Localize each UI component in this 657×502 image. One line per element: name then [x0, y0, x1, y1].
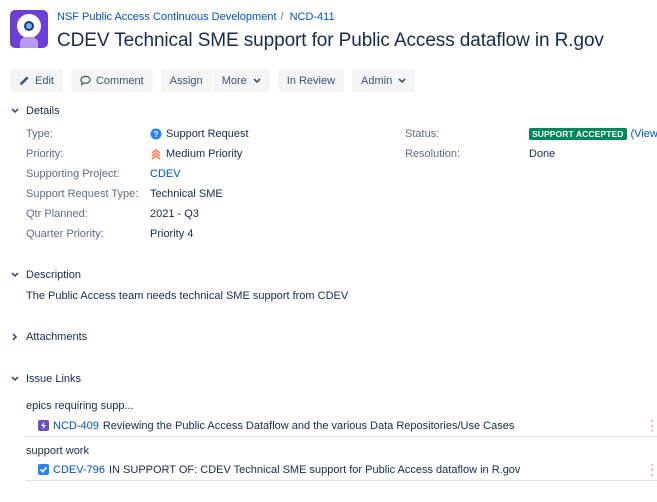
type-label: Type:	[26, 128, 53, 140]
task-icon	[38, 464, 49, 475]
chevron-down-icon[interactable]	[10, 270, 20, 280]
qtr-planned-label: Qtr Planned:	[26, 208, 88, 220]
description-text[interactable]: The Public Access team needs technical S…	[26, 290, 348, 302]
edit-button-label: Edit	[35, 74, 54, 87]
more-button-label: More	[221, 74, 247, 87]
priority-value: Medium Priority	[150, 148, 242, 160]
issue-title[interactable]: CDEV Technical SME support for Public Ac…	[57, 30, 604, 52]
issue-toolbar: Edit Comment Assign More In Review Admin	[10, 69, 423, 92]
chevron-right-icon[interactable]	[10, 332, 20, 342]
quarter-priority-value: Priority 4	[150, 228, 194, 240]
details-heading: Details	[26, 105, 60, 117]
avatar-robot-body	[20, 37, 38, 48]
resolution-label: Resolution:	[405, 148, 461, 160]
assign-button[interactable]: Assign	[160, 69, 212, 92]
breadcrumb: NSF Public Access Continuous Development…	[57, 11, 335, 23]
description-heading: Description	[26, 269, 82, 281]
svg-text:?: ?	[153, 129, 158, 139]
admin-button[interactable]: Admin	[352, 69, 416, 92]
breadcrumb-separator: /	[280, 11, 284, 23]
support-request-icon: ?	[150, 128, 162, 140]
breadcrumb-project-link[interactable]: NSF Public Access Continuous Development	[57, 11, 277, 23]
issue-link-summary: Reviewing the Public Access Dataflow and…	[102, 419, 515, 432]
admin-button-label: Admin	[361, 74, 393, 87]
status-label: Status:	[405, 128, 440, 140]
assign-button-label: Assign	[169, 74, 203, 87]
link-group-title: support work	[26, 445, 89, 457]
supporting-project-link[interactable]: CDEV	[150, 168, 181, 180]
priority-label: Priority:	[26, 148, 64, 160]
supporting-project-value: CDEV	[150, 168, 181, 180]
comment-button[interactable]: Comment	[70, 69, 153, 92]
status-value: SUPPORT ACCEPTED (View W	[529, 128, 657, 140]
issue-link-row: CDEV-796 IN SUPPORT OF: CDEV Technical S…	[26, 459, 657, 481]
priority-value-text: Medium Priority	[166, 148, 243, 160]
breadcrumb-issue-key-link[interactable]: NCD-411	[290, 11, 335, 23]
issue-link-key[interactable]: CDEV-796	[53, 464, 105, 476]
epic-icon	[38, 420, 49, 431]
issue-links-section-header[interactable]: Issue Links	[10, 373, 81, 385]
quarter-priority-label: Quarter Priority:	[26, 228, 104, 240]
type-value-text: Support Request	[166, 128, 249, 140]
edit-button[interactable]: Edit	[10, 69, 63, 92]
pencil-icon	[19, 75, 30, 86]
issue-links-heading: Issue Links	[26, 373, 82, 385]
attachments-section-header[interactable]: Attachments	[10, 331, 87, 343]
in-review-button[interactable]: In Review	[277, 69, 345, 92]
details-section-header[interactable]: Details	[10, 105, 60, 117]
chevron-down-icon	[398, 77, 406, 84]
chevron-down-icon	[253, 77, 261, 84]
view-workflow-link[interactable]: (View W	[631, 128, 657, 140]
link-group-title: epics requiring supp...	[26, 400, 134, 412]
in-review-button-label: In Review	[286, 74, 336, 87]
support-request-type-label: Support Request Type:	[26, 188, 139, 200]
type-value: ? Support Request	[150, 128, 249, 140]
comment-icon	[80, 75, 91, 86]
qtr-planned-value: 2021 - Q3	[150, 208, 199, 220]
issue-link-summary: IN SUPPORT OF: CDEV Technical SME suppor…	[108, 463, 521, 476]
attachments-heading: Attachments	[26, 331, 88, 343]
more-button[interactable]: More	[212, 69, 270, 92]
project-avatar[interactable]	[10, 10, 48, 48]
support-request-type-value: Technical SME	[150, 188, 223, 200]
avatar-robot-head	[17, 14, 41, 38]
status-badge: SUPPORT ACCEPTED	[529, 128, 627, 140]
more-actions-icon[interactable]: · · ·	[650, 416, 654, 437]
chevron-down-icon[interactable]	[10, 374, 20, 384]
comment-button-label: Comment	[95, 74, 144, 87]
more-actions-icon[interactable]: · · ·	[650, 460, 654, 481]
resolution-value: Done	[529, 148, 556, 160]
supporting-project-label: Supporting Project:	[26, 168, 120, 180]
issue-link-row: NCD-409 Reviewing the Public Access Data…	[26, 415, 657, 437]
chevron-down-icon[interactable]	[10, 106, 20, 116]
issue-link-key[interactable]: NCD-409	[53, 420, 99, 432]
medium-priority-icon	[150, 148, 162, 160]
description-section-header[interactable]: Description	[10, 269, 81, 281]
